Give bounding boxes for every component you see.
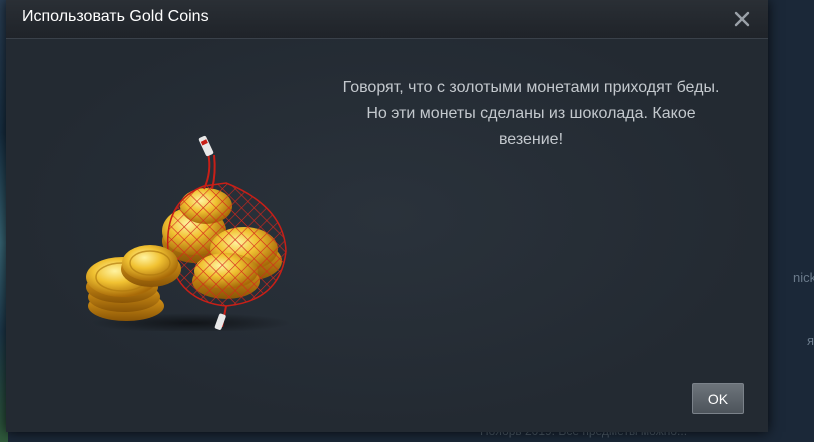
dialog-title: Использовать Gold Coins xyxy=(22,8,209,25)
close-button[interactable] xyxy=(728,4,756,32)
dialog-content: Говорят, что с золотыми монетами приходя… xyxy=(6,39,768,432)
item-description: Говорят, что с золотыми монетами приходя… xyxy=(342,79,720,148)
background-page-right: nick- я xyxy=(767,0,814,442)
dialog-titlebar: Использовать Gold Coins xyxy=(6,0,768,39)
ok-button[interactable]: OK xyxy=(692,383,744,414)
background-text: nick- xyxy=(793,270,814,285)
use-item-dialog: Использовать Gold Coins Говорят, что с з… xyxy=(6,0,768,432)
background-text: я xyxy=(807,333,814,348)
item-image xyxy=(76,131,306,333)
close-icon xyxy=(734,11,750,27)
gold-coins-bag-icon xyxy=(86,135,291,333)
